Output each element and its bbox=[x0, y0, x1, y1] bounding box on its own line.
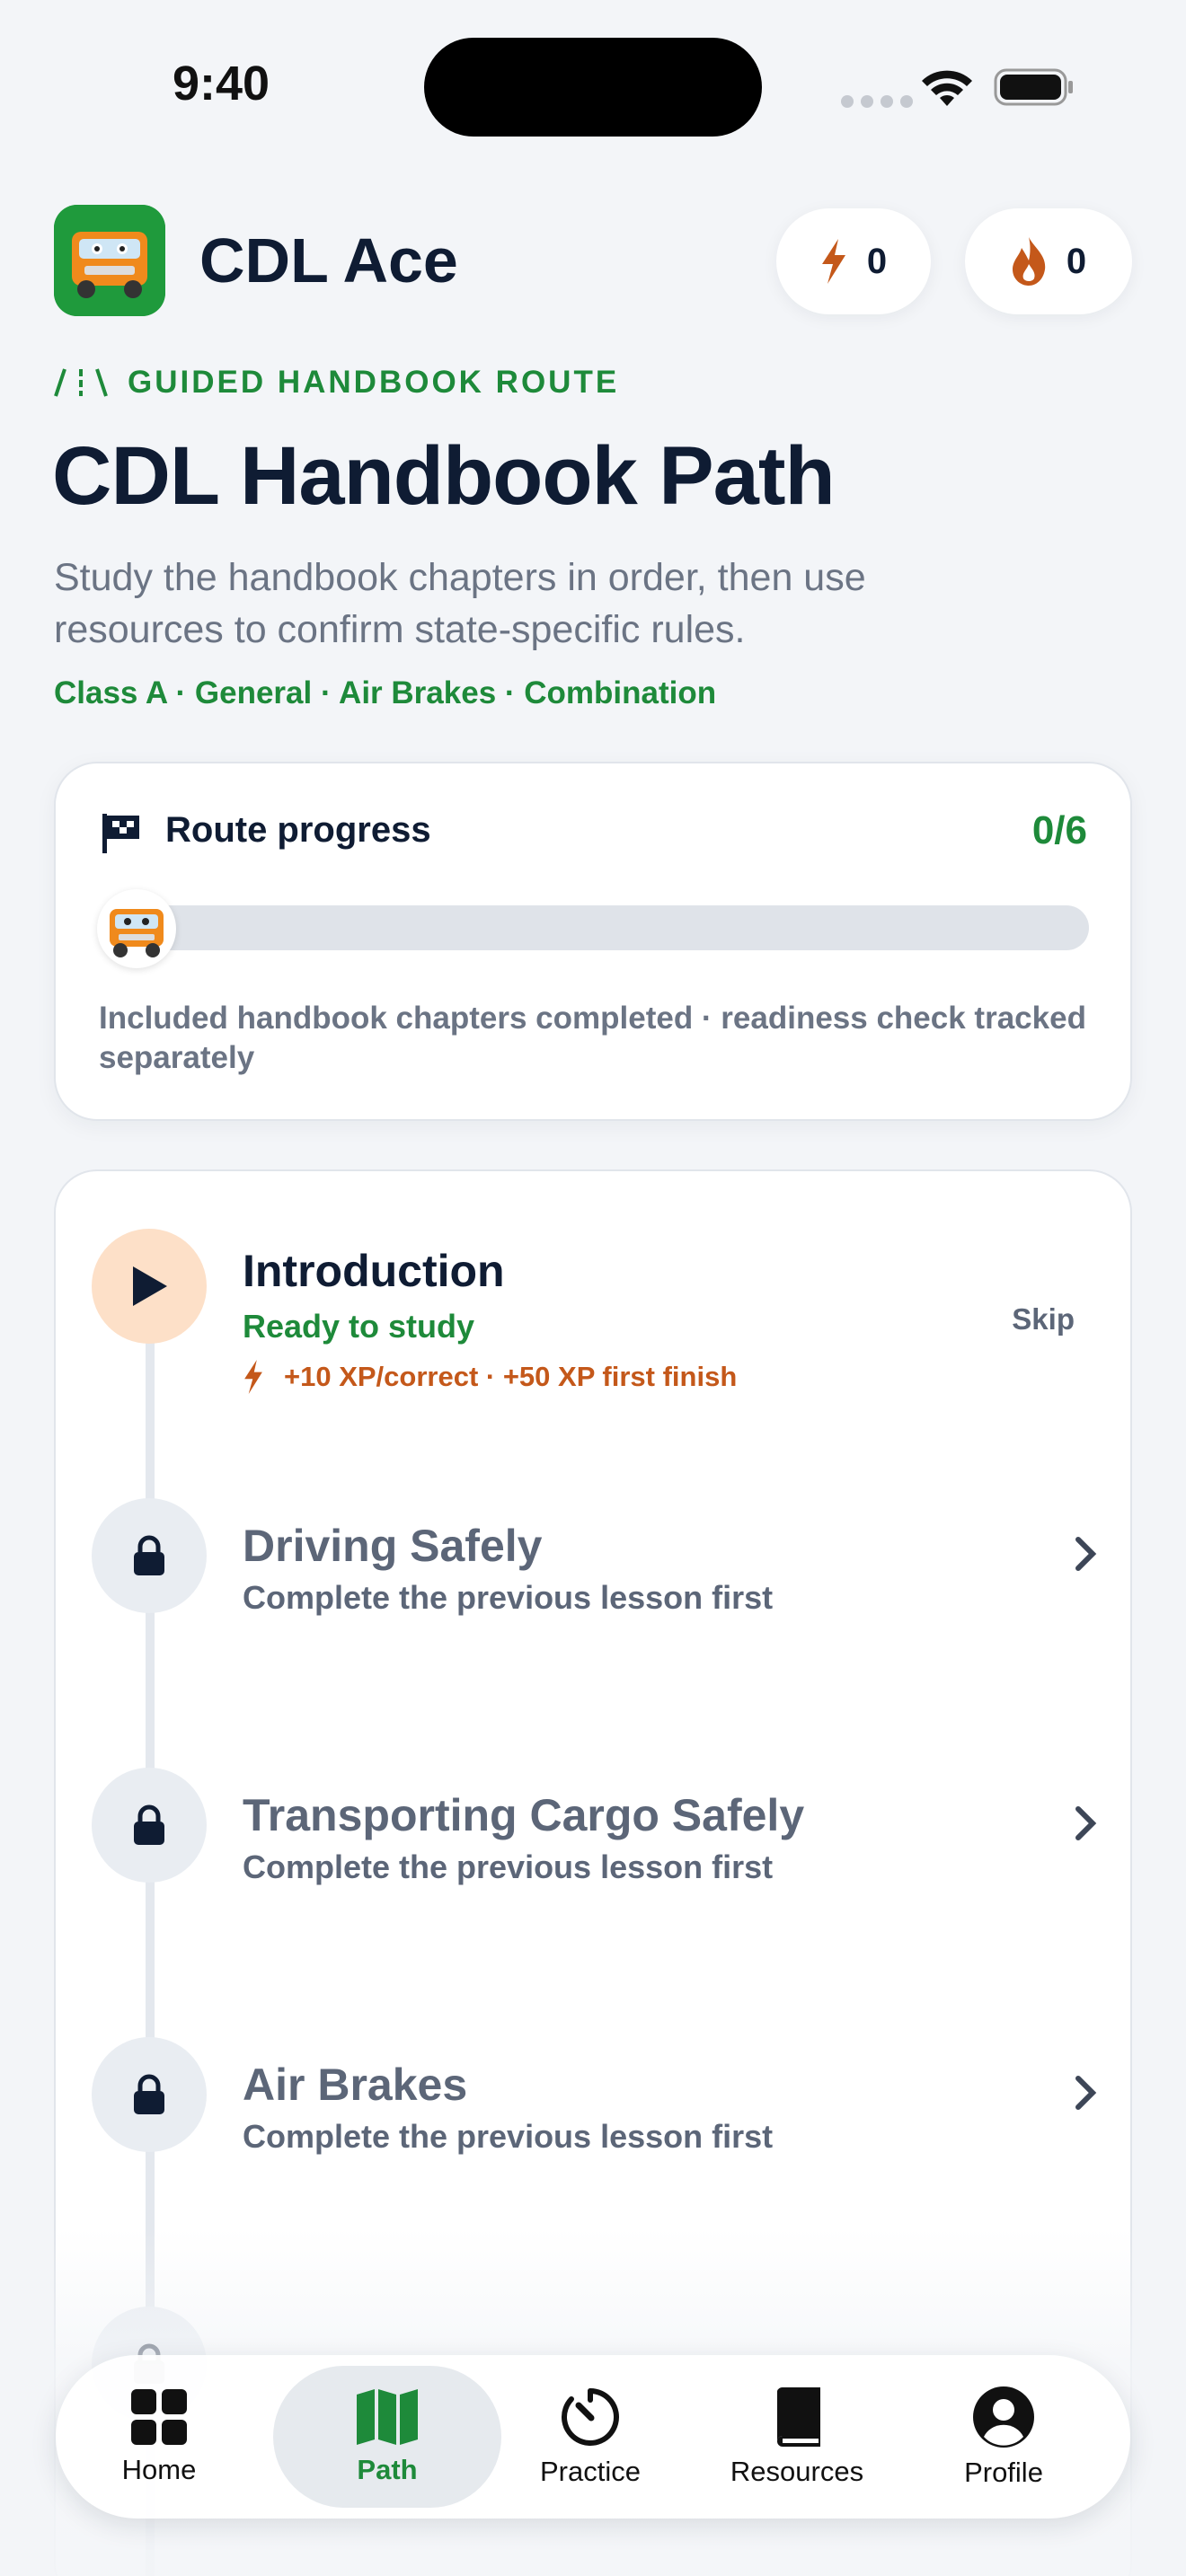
bottom-tab-bar: Home Path Practice Resources Profile bbox=[56, 2355, 1130, 2519]
chevron-right-icon bbox=[1075, 1806, 1097, 1840]
lesson-title: Air Brakes bbox=[243, 2060, 468, 2110]
app-header: CDL Ace 0 0 bbox=[54, 205, 1132, 316]
lesson-item-air-brakes[interactable]: Air Brakes Complete the previous lesson … bbox=[56, 1980, 1130, 2159]
lesson-title: Introduction bbox=[243, 1246, 505, 1296]
lock-icon bbox=[134, 2074, 164, 2114]
checkered-flag-icon bbox=[102, 814, 139, 853]
lesson-xp-info: +10 XP/correct · +50 XP first finish bbox=[243, 1360, 737, 1394]
battery-icon bbox=[994, 68, 1073, 106]
page-title: CDL Handbook Path bbox=[52, 430, 836, 522]
app-title: CDL Ace bbox=[199, 225, 458, 296]
lesson-xp-text: +10 XP/correct · +50 XP first finish bbox=[284, 1361, 738, 1392]
truck-avatar-icon bbox=[97, 889, 176, 968]
lesson-status: Complete the previous lesson first bbox=[243, 1848, 774, 1885]
grid-icon bbox=[131, 2389, 187, 2445]
tab-path[interactable]: Path bbox=[273, 2366, 501, 2508]
lock-icon bbox=[134, 1535, 164, 1575]
status-time: 9:40 bbox=[173, 57, 270, 110]
route-tag-label: GUIDED HANDBOOK ROUTE bbox=[128, 365, 620, 400]
lock-icon bbox=[134, 1804, 164, 1845]
truck-mascot-icon bbox=[54, 205, 165, 316]
lesson-node-locked bbox=[92, 1498, 207, 1613]
tab-label: Home bbox=[121, 2454, 197, 2485]
tab-practice[interactable]: Practice bbox=[487, 2355, 694, 2519]
skip-button[interactable]: Skip bbox=[1012, 1302, 1075, 1337]
route-tag: GUIDED HANDBOOK ROUTE bbox=[54, 365, 619, 401]
lesson-status: Complete the previous lesson first bbox=[243, 1579, 774, 1616]
tab-resources[interactable]: Resources bbox=[694, 2355, 900, 2519]
tab-home[interactable]: Home bbox=[56, 2355, 262, 2519]
lesson-node-locked bbox=[92, 2037, 207, 2152]
map-icon bbox=[357, 2389, 418, 2445]
lesson-status: Complete the previous lesson first bbox=[243, 2118, 774, 2155]
streak-count: 0 bbox=[1066, 241, 1087, 281]
person-icon bbox=[973, 2386, 1034, 2448]
tab-label: Profile bbox=[964, 2457, 1043, 2488]
tab-profile[interactable]: Profile bbox=[900, 2355, 1107, 2519]
page-subtitle: Study the handbook chapters in order, th… bbox=[54, 556, 866, 651]
route-progress-title: Route progress bbox=[165, 810, 431, 850]
app-logo[interactable] bbox=[54, 205, 165, 316]
route-progress-note: Included handbook chapters completed · r… bbox=[99, 1001, 1086, 1075]
lightning-icon bbox=[821, 239, 845, 284]
cellular-signal-icon bbox=[841, 95, 913, 108]
endorsement-summary: Class A · General · Air Brakes · Combina… bbox=[54, 675, 717, 710]
lesson-status: Ready to study bbox=[243, 1308, 475, 1345]
route-progress-card: Route progress 0/6 Included handbook cha… bbox=[54, 762, 1132, 1121]
lesson-title: Driving Safely bbox=[243, 1521, 543, 1571]
tab-label: Practice bbox=[540, 2456, 641, 2487]
xp-count: 0 bbox=[866, 241, 888, 281]
tab-label: Resources bbox=[730, 2456, 864, 2487]
dynamic-island bbox=[424, 38, 762, 137]
lightning-icon bbox=[244, 1360, 262, 1394]
lesson-item-introduction[interactable]: Introduction Ready to study +10 XP/corre… bbox=[56, 1171, 1130, 1394]
flame-icon bbox=[1012, 237, 1046, 286]
timer-icon bbox=[562, 2388, 619, 2446]
status-bar: 9:40 bbox=[0, 0, 1186, 171]
xp-pill[interactable]: 0 bbox=[776, 208, 931, 314]
streak-pill[interactable]: 0 bbox=[965, 208, 1132, 314]
lesson-title: Transporting Cargo Safely bbox=[243, 1790, 805, 1840]
wifi-icon bbox=[922, 70, 972, 106]
road-icon bbox=[54, 368, 108, 397]
chevron-right-icon bbox=[1075, 1537, 1097, 1571]
book-icon bbox=[777, 2386, 820, 2447]
lesson-node-locked bbox=[92, 1768, 207, 1883]
tab-label: Path bbox=[357, 2454, 418, 2485]
chevron-right-icon bbox=[1075, 2076, 1097, 2110]
lesson-node-active[interactable] bbox=[92, 1229, 207, 1344]
route-progress-bar bbox=[101, 905, 1089, 950]
play-icon bbox=[133, 1266, 167, 1306]
route-progress-count: 0/6 bbox=[1031, 808, 1087, 852]
lesson-item-driving-safely[interactable]: Driving Safely Complete the previous les… bbox=[56, 1441, 1130, 1620]
lesson-item-transporting-cargo[interactable]: Transporting Cargo Safely Complete the p… bbox=[56, 1710, 1130, 1890]
